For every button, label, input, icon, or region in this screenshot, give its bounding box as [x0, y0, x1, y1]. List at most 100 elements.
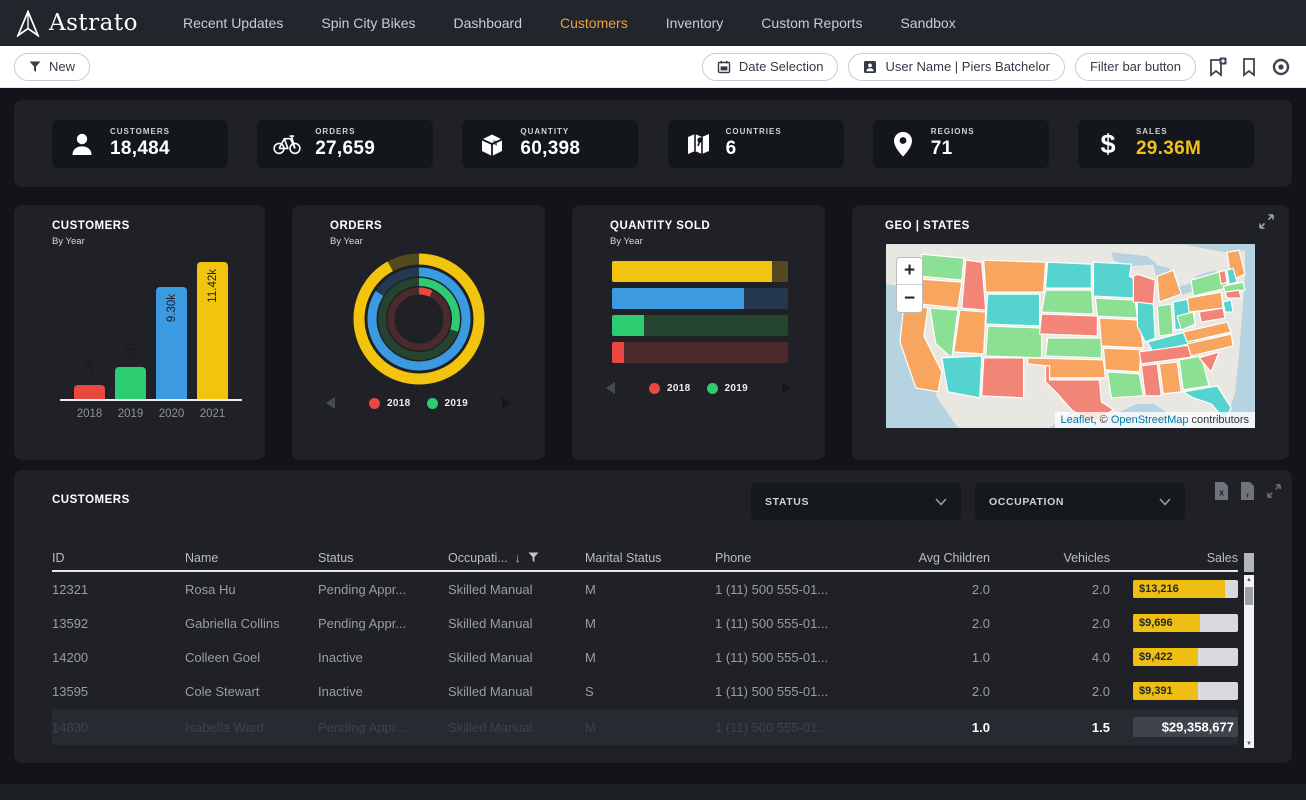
filter-bar-button[interactable]: Filter bar button	[1075, 53, 1196, 81]
cell-phone: 1 (11) 500 555-01...	[715, 684, 865, 699]
x-axis-label: 2018	[74, 408, 105, 420]
quantity-bar-2020[interactable]	[612, 288, 788, 309]
cell-phone: 1 (11) 500 555-01...	[715, 650, 865, 665]
file-excel-icon: x	[1214, 482, 1229, 500]
chart-subtitle: By Year	[292, 232, 545, 247]
quantity-bars	[612, 261, 825, 363]
cell-id: 12321	[52, 582, 185, 597]
total-vehicles: 1.5	[990, 720, 1110, 735]
cell-sales: $9,391	[1110, 682, 1238, 700]
svg-text:,: ,	[1246, 487, 1249, 499]
legend-item-2018[interactable]: 2018	[649, 383, 690, 394]
legend-prev-arrow[interactable]	[326, 397, 335, 409]
nav-item-recent-updates[interactable]: Recent Updates	[164, 0, 302, 46]
chart-title: QUANTITY SOLD	[572, 205, 825, 232]
col-header-avg-children[interactable]: Avg Children	[865, 551, 990, 565]
export-excel-button[interactable]: x	[1213, 482, 1230, 500]
nav-item-customers[interactable]: Customers	[541, 0, 647, 46]
col-header-occupation[interactable]: Occupati... ↓	[448, 551, 585, 565]
charts-row: CUSTOMERS By Year 1.2k2.7k9.30k11.42k 20…	[14, 205, 1289, 460]
col-header-phone[interactable]: Phone	[715, 551, 865, 565]
visibility-button[interactable]	[1270, 56, 1292, 78]
legend-item-2019[interactable]: 2019	[427, 398, 468, 409]
expand-map-button[interactable]	[1258, 205, 1275, 235]
bookmark-button[interactable]	[1238, 56, 1260, 78]
bar-value-label: 2.7k	[125, 340, 137, 362]
nav-item-inventory[interactable]: Inventory	[647, 0, 743, 46]
legend-item-2019[interactable]: 2019	[707, 383, 748, 394]
zoom-in-button[interactable]: +	[897, 258, 922, 285]
user-name-button[interactable]: User Name | Piers Batchelor	[848, 53, 1065, 81]
table-row[interactable]: 14200Colleen GoelInactiveSkilled ManualM…	[52, 640, 1238, 674]
file-csv-icon: ,	[1240, 482, 1255, 500]
bar-2018[interactable]: 1.2k	[74, 255, 105, 399]
bar-2021[interactable]: 11.42k	[197, 255, 228, 399]
table-header-row: ID Name Status Occupati... ↓ Marital Sta…	[52, 545, 1238, 572]
astrato-logo[interactable]: Astrato	[16, 10, 138, 37]
leaflet-link[interactable]: Leaflet	[1061, 414, 1094, 426]
cell-id: 14200	[52, 650, 185, 665]
zoom-out-button[interactable]: −	[897, 285, 922, 312]
cell-occupation: Skilled Manual	[448, 582, 585, 597]
nav-item-sandbox[interactable]: Sandbox	[881, 0, 974, 46]
orders-donut[interactable]	[292, 249, 545, 389]
cell-marital: S	[585, 684, 715, 699]
col-header-status[interactable]: Status	[318, 551, 448, 565]
legend-item-2018[interactable]: 2018	[369, 398, 410, 409]
sort-desc-icon[interactable]: ↓	[515, 551, 521, 565]
legend-next-arrow[interactable]	[782, 382, 791, 394]
col-header-marital-status[interactable]: Marital Status	[585, 551, 715, 565]
bookmark-add-button[interactable]	[1206, 56, 1228, 78]
expand-table-button[interactable]	[1265, 482, 1282, 500]
status-filter-dropdown[interactable]: STATUS	[751, 483, 961, 520]
kpi-value: 18,484	[110, 138, 170, 160]
nav-menu: Recent Updates Spin City Bikes Dashboard…	[164, 0, 975, 46]
cell-marital: M	[585, 650, 715, 665]
sales-value: $9,696	[1139, 617, 1173, 629]
col-header-vehicles[interactable]: Vehicles	[990, 551, 1110, 565]
occupation-filter-dropdown[interactable]: OCCUPATION	[975, 483, 1185, 520]
col-header-name[interactable]: Name	[185, 551, 318, 565]
column-filter-icon[interactable]	[528, 552, 539, 563]
bar-2019[interactable]: 2.7k	[115, 255, 146, 399]
cell-sales: $13,216	[1110, 580, 1238, 598]
date-selection-button[interactable]: Date Selection	[702, 53, 839, 81]
nav-item-spin-city-bikes[interactable]: Spin City Bikes	[302, 0, 434, 46]
cell-marital: M	[585, 616, 715, 631]
legend-dot	[649, 383, 660, 394]
col-header-sales[interactable]: Sales	[1110, 551, 1238, 565]
table-vertical-scrollbar[interactable]: ▲ ▼	[1244, 575, 1254, 748]
nav-item-dashboard[interactable]: Dashboard	[435, 0, 542, 46]
quantity-bar-2018[interactable]	[612, 342, 788, 363]
scroll-up-arrow[interactable]: ▲	[1244, 575, 1254, 584]
quantity-bar-fill	[612, 261, 772, 282]
table-row[interactable]: 13592Gabriella CollinsPending Appr...Ski…	[52, 606, 1238, 640]
quantity-bar-2021[interactable]	[612, 261, 788, 282]
x-axis-label: 2020	[156, 408, 187, 420]
quantity-bar-2019[interactable]	[612, 315, 788, 336]
sales-bar: $9,391	[1133, 682, 1238, 700]
legend-next-arrow[interactable]	[502, 397, 511, 409]
legend-prev-arrow[interactable]	[606, 382, 615, 394]
scrollbar-cap	[1244, 553, 1254, 572]
bar-2020[interactable]: 9.30k	[156, 255, 187, 399]
scroll-down-arrow[interactable]: ▼	[1244, 739, 1254, 748]
col-header-id[interactable]: ID	[52, 551, 185, 565]
cell-status: Inactive	[318, 684, 448, 699]
kpi-value-sales: 29.36M	[1136, 138, 1201, 160]
table-row[interactable]: 12321Rosa HuPending Appr...Skilled Manua…	[52, 572, 1238, 606]
chart-title: GEO | STATES	[852, 205, 970, 232]
table-totals-row: 14830 Isabella Ward Pending Appr... Skil…	[52, 709, 1238, 745]
total-avg-children: 1.0	[865, 720, 990, 735]
table-row[interactable]: 13595Cole StewartInactiveSkilled ManualS…	[52, 674, 1238, 708]
new-filter-button[interactable]: New	[14, 53, 90, 81]
filter-toolbar: New Date Selection User Name | Piers Bat…	[0, 46, 1306, 88]
osm-link[interactable]: OpenStreetMap	[1111, 414, 1189, 426]
leaflet-map[interactable]: + − Leaflet, © OpenStreetMap contributor…	[886, 244, 1255, 428]
kpi-countries: COUNTRIES6	[668, 120, 844, 168]
cell-occupation: Skilled Manual	[448, 616, 585, 631]
scrollbar-thumb[interactable]	[1245, 587, 1253, 605]
export-csv-button[interactable]: ,	[1239, 482, 1256, 500]
nav-item-custom-reports[interactable]: Custom Reports	[742, 0, 881, 46]
sales-bar: $13,216	[1133, 580, 1238, 598]
